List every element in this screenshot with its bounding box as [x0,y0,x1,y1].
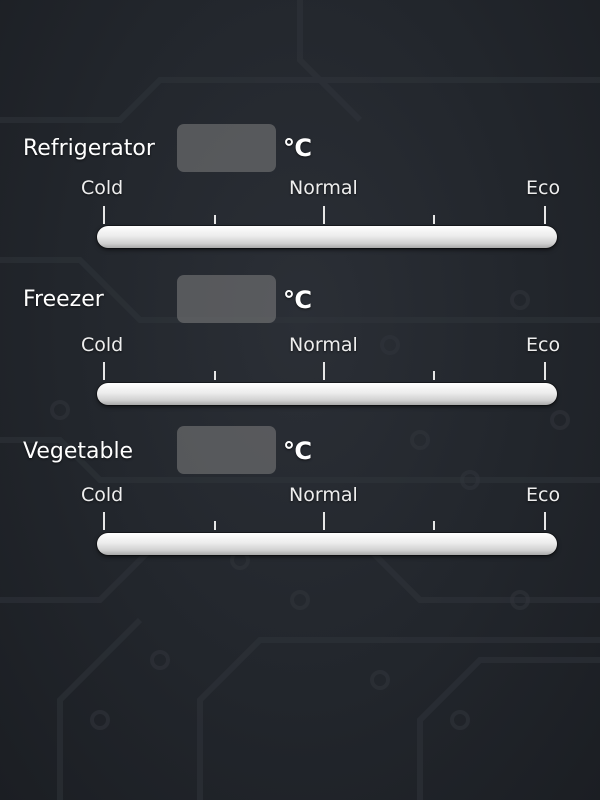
vegetable-slider[interactable] [97,533,557,555]
refrigerator-label: Refrigerator [23,136,155,161]
freezer-tick-minor [214,371,216,380]
freezer-normal-label: Normal [289,334,358,356]
vegetable-unit-label: ℃ [283,437,313,465]
freezer-cold-label: Cold [81,334,124,356]
vegetable-cold-label: Cold [81,484,124,506]
vegetable-tick-minor [214,521,216,530]
vegetable-tick-normal [323,512,325,530]
refrigerator-tick-minor [214,215,216,224]
refrigerator-section: Refrigerator ℃ Cold Normal Eco [0,120,600,260]
refrigerator-tick-cold [103,206,105,224]
refrigerator-tick-normal [323,206,325,224]
vegetable-section: Vegetable ℃ Cold Normal Eco [0,424,600,564]
freezer-tick-eco [544,362,546,380]
refrigerator-slider[interactable] [97,226,557,248]
refrigerator-eco-label: Eco [526,177,561,199]
refrigerator-cold-label: Cold [81,177,124,199]
refrigerator-normal-label: Normal [289,177,358,199]
vegetable-eco-label: Eco [526,484,561,506]
vegetable-label: Vegetable [23,439,134,464]
freezer-section: Freezer ℃ Cold Normal Eco [0,272,600,412]
refrigerator-tick-minor [433,215,435,224]
refrigerator-temperature-display [177,124,276,172]
freezer-tick-cold [103,362,105,380]
freezer-label: Freezer [23,287,104,312]
freezer-tick-normal [323,362,325,380]
freezer-temperature-display [177,275,276,323]
freezer-slider[interactable] [97,383,557,405]
freezer-unit-label: ℃ [283,286,313,314]
vegetable-temperature-display [177,426,276,474]
vegetable-tick-eco [544,512,546,530]
vegetable-tick-cold [103,512,105,530]
freezer-eco-label: Eco [526,334,561,356]
vegetable-normal-label: Normal [289,484,358,506]
refrigerator-unit-label: ℃ [283,134,313,162]
refrigerator-tick-eco [544,206,546,224]
freezer-tick-minor [433,371,435,380]
vegetable-tick-minor [433,521,435,530]
